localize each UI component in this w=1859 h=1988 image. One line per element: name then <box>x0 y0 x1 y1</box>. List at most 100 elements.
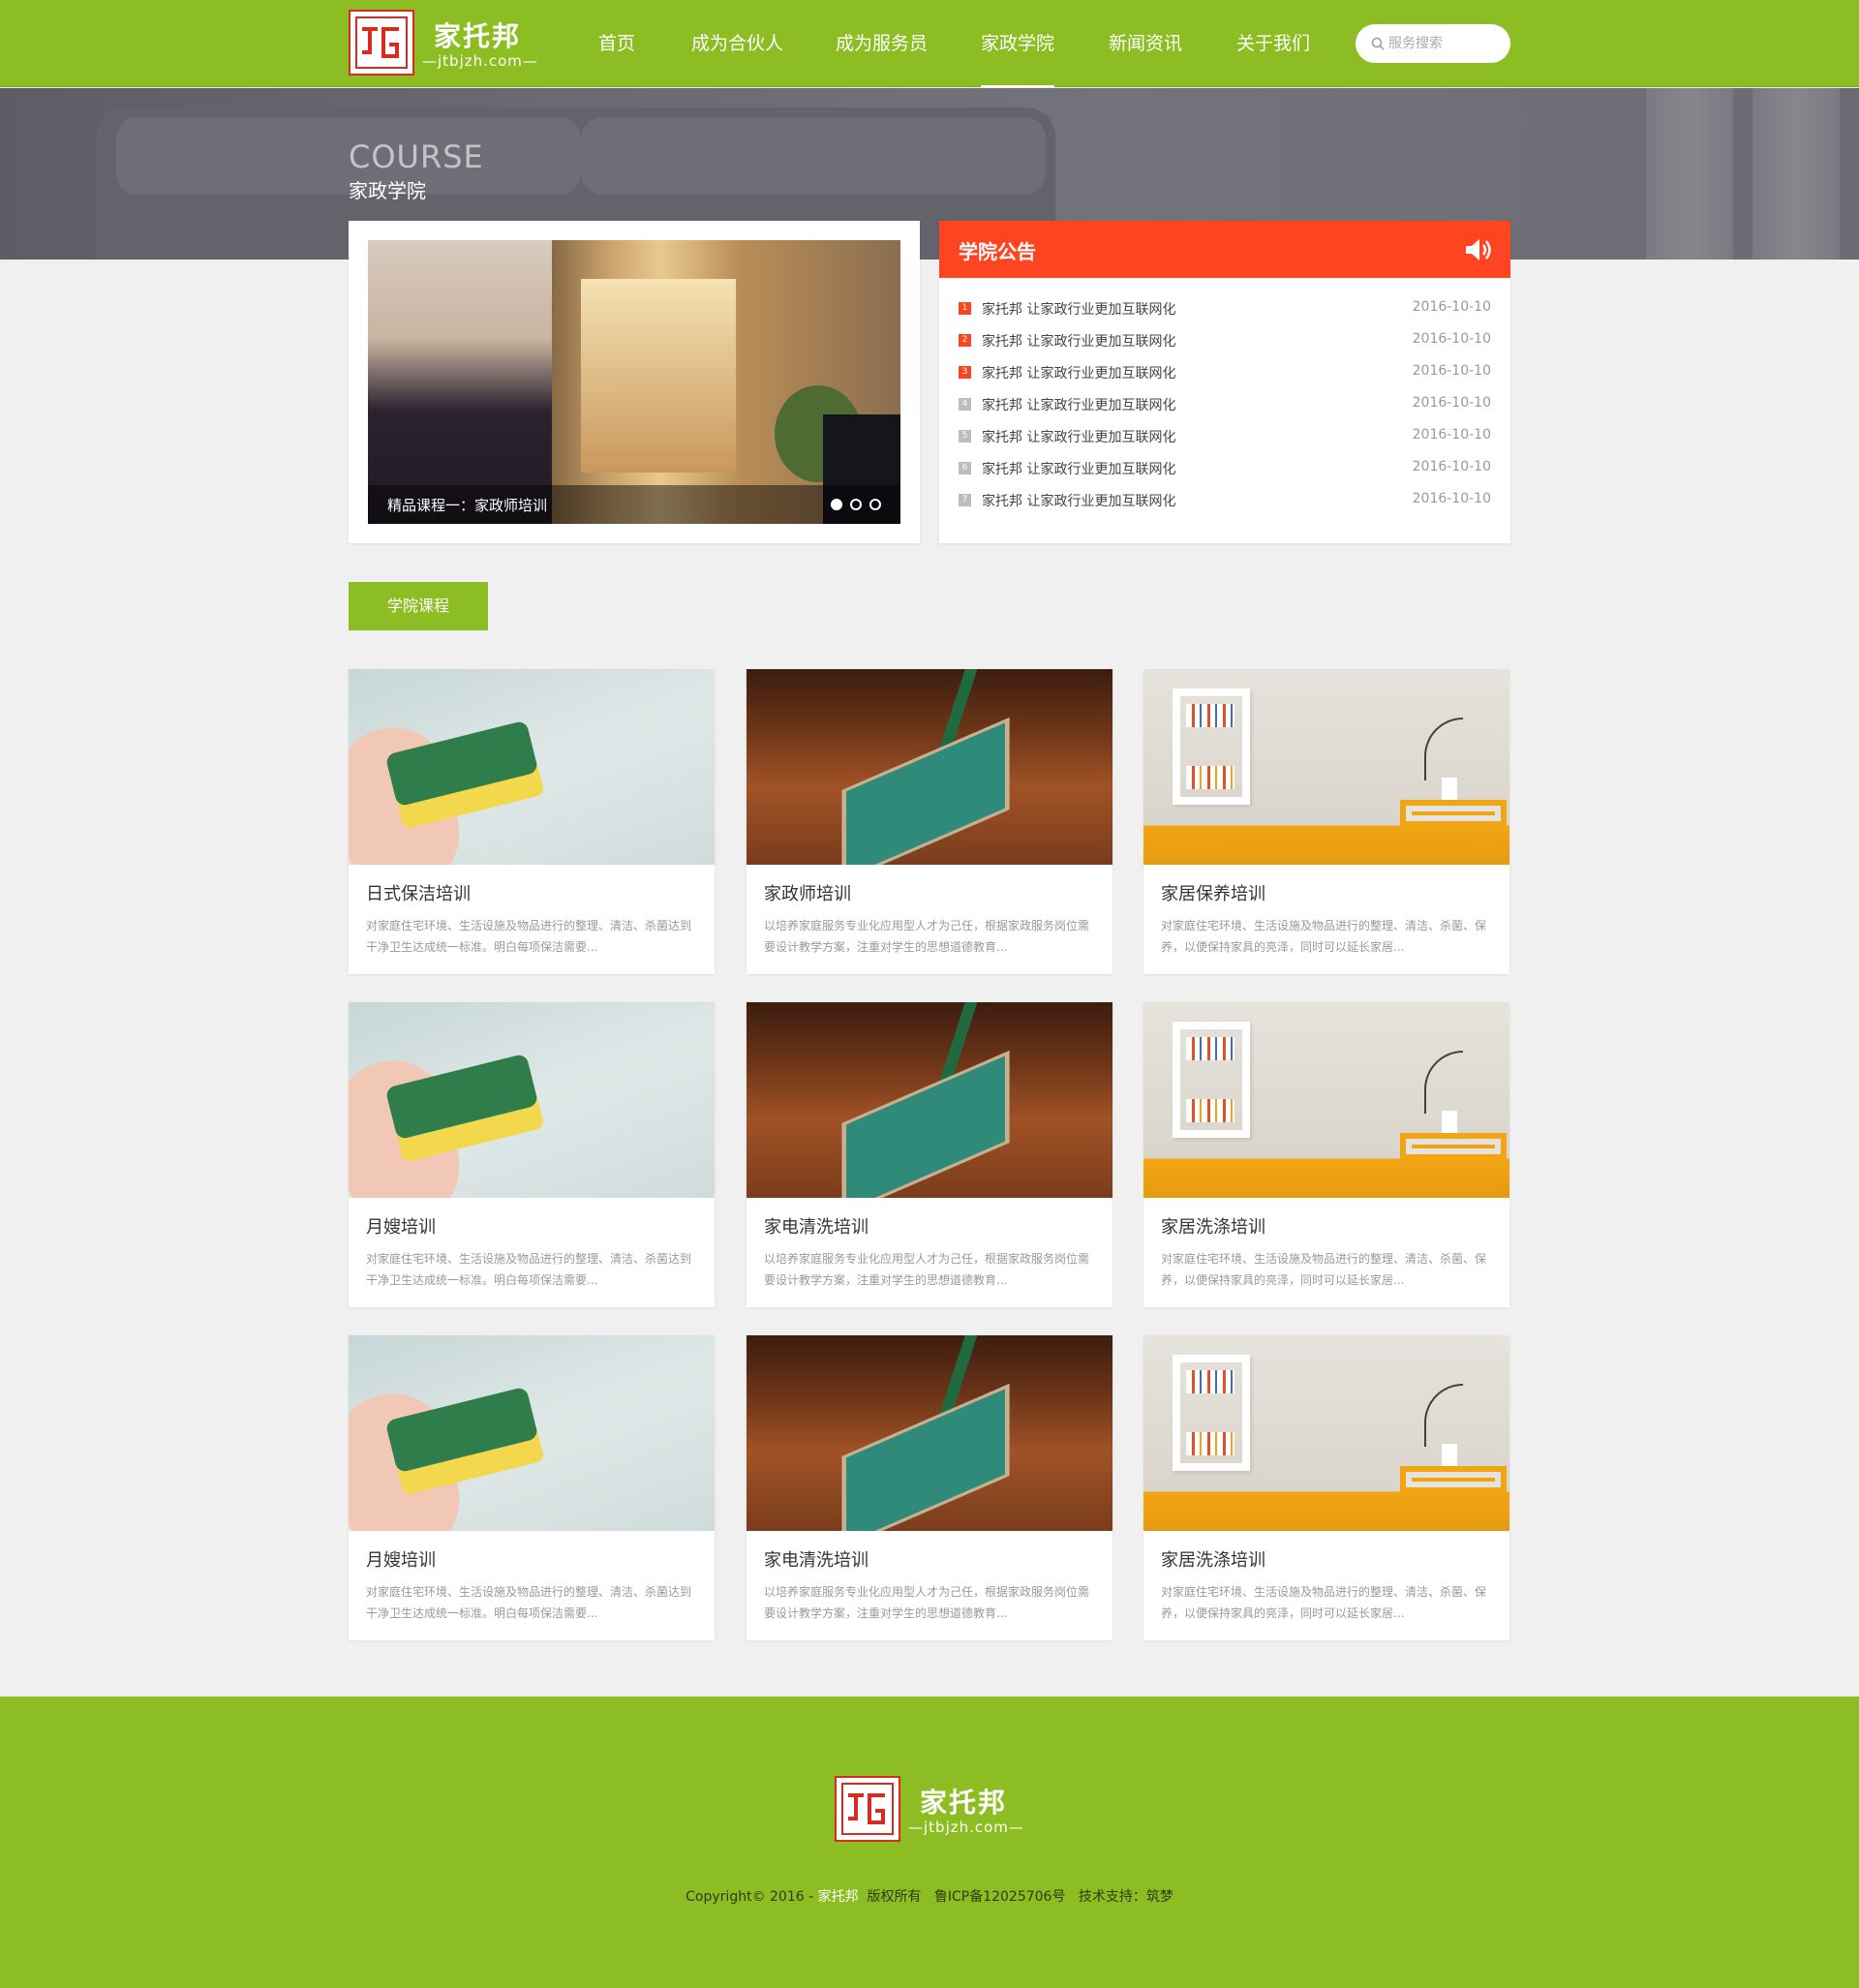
footer-logo[interactable]: 家托邦 —jtbjzh.com— <box>835 1776 1028 1844</box>
course-description: 对家庭住宅环境、生活设施及物品进行的整理、清洁、杀菌达到干净卫生达成统一标准。明… <box>366 1585 692 1620</box>
course-description: 对家庭住宅环境、生活设施及物品进行的整理、清洁、杀菌、保养，以便保持家具的亮泽，… <box>1161 1252 1487 1287</box>
course-title[interactable]: 家政师培训 <box>764 880 851 905</box>
notice-number: 5 <box>959 430 971 443</box>
notice-text: 家托邦 让家政行业更加互联网化 <box>982 430 1176 445</box>
search-box <box>1356 24 1510 63</box>
course-card[interactable]: 家居保养培训对家庭住宅环境、生活设施及物品进行的整理、清洁、杀菌、保养，以便保持… <box>1143 669 1509 974</box>
notice-date: 2016-10-10 <box>1412 363 1491 379</box>
banner-title-en: COURSE <box>349 138 484 175</box>
notice-text: 家托邦 让家政行业更加互联网化 <box>982 334 1176 350</box>
search-icon[interactable] <box>1371 37 1385 50</box>
footer-logo-name: 家托邦 <box>920 1787 1008 1819</box>
course-image[interactable] <box>349 1335 715 1531</box>
course-title[interactable]: 家居洗涤培训 <box>1161 1546 1265 1572</box>
copyright-prefix: Copyright© 2016 - <box>686 1889 818 1905</box>
slider-dot-2[interactable] <box>850 499 862 510</box>
nav-item-home[interactable]: 首页 <box>598 0 635 87</box>
course-card[interactable]: 家政师培训以培养家庭服务专业化应用型人才为己任，根据家政服务岗位需要设计教学方案… <box>747 669 1112 974</box>
course-card[interactable]: 家居洗涤培训对家庭住宅环境、生活设施及物品进行的整理、清洁、杀菌、保养，以便保持… <box>1143 1002 1509 1307</box>
course-card[interactable]: 家电清洗培训以培养家庭服务专业化应用型人才为己任，根据家政服务岗位需要设计教学方… <box>747 1335 1112 1640</box>
course-image[interactable] <box>1143 669 1509 865</box>
site-footer: 家托邦 —jtbjzh.com— Copyright© 2016 - 家托邦 版… <box>0 1697 1859 1988</box>
nav-item-news[interactable]: 新闻资讯 <box>1109 0 1182 87</box>
course-title[interactable]: 月嫂培训 <box>366 1213 436 1239</box>
course-description: 以培养家庭服务专业化应用型人才为己任，根据家政服务岗位需要设计教学方案，注重对学… <box>764 1585 1090 1620</box>
footer-copyright: Copyright© 2016 - 家托邦 版权所有 鲁ICP备12025706… <box>0 1886 1859 1906</box>
nav-item-about[interactable]: 关于我们 <box>1236 0 1310 87</box>
notice-item[interactable]: 2 家托邦 让家政行业更加互联网化 2016-10-10 <box>959 330 1491 352</box>
site-logo[interactable]: 家托邦 —jtbjzh.com— <box>349 10 542 77</box>
course-image[interactable] <box>1143 1002 1509 1198</box>
course-title[interactable]: 家电清洗培训 <box>764 1546 869 1572</box>
logo-domain: —jtbjzh.com— <box>422 52 538 70</box>
course-description: 对家庭住宅环境、生活设施及物品进行的整理、清洁、杀菌达到干净卫生达成统一标准。明… <box>366 919 692 954</box>
notice-date: 2016-10-10 <box>1412 459 1491 474</box>
course-card[interactable]: 月嫂培训对家庭住宅环境、生活设施及物品进行的整理、清洁、杀菌达到干净卫生达成统一… <box>349 1335 715 1640</box>
slide-caption-bar: 精品课程一：家政师培训 <box>368 485 900 524</box>
notice-item[interactable]: 7 家托邦 让家政行业更加互联网化 2016-10-10 <box>959 490 1491 511</box>
notice-title: 学院公告 <box>959 240 1036 263</box>
notice-text: 家托邦 让家政行业更加互联网化 <box>982 302 1176 318</box>
notice-item[interactable]: 4 家托邦 让家政行业更加互联网化 2016-10-10 <box>959 394 1491 415</box>
notice-item[interactable]: 3 家托邦 让家政行业更加互联网化 2016-10-10 <box>959 362 1491 383</box>
course-card[interactable]: 日式保洁培训对家庭住宅环境、生活设施及物品进行的整理、清洁、杀菌达到干净卫生达成… <box>349 669 715 974</box>
nav-item-partner[interactable]: 成为合伙人 <box>691 0 783 87</box>
logo-name: 家托邦 <box>434 20 522 52</box>
notice-text: 家托邦 让家政行业更加互联网化 <box>982 494 1176 509</box>
notice-item[interactable]: 6 家托邦 让家政行业更加互联网化 2016-10-10 <box>959 458 1491 479</box>
course-title[interactable]: 家电清洗培训 <box>764 1213 869 1239</box>
search-input[interactable] <box>1388 32 1501 55</box>
nav-item-attendant[interactable]: 成为服务员 <box>836 0 928 87</box>
notice-number: 2 <box>959 334 971 347</box>
course-card[interactable]: 家居洗涤培训对家庭住宅环境、生活设施及物品进行的整理、清洁、杀菌、保养，以便保持… <box>1143 1335 1509 1640</box>
notice-number: 6 <box>959 462 971 474</box>
course-card[interactable]: 月嫂培训对家庭住宅环境、生活设施及物品进行的整理、清洁、杀菌达到干净卫生达成统一… <box>349 1002 715 1307</box>
course-image[interactable] <box>747 1002 1112 1198</box>
notice-number: 4 <box>959 398 971 411</box>
course-title[interactable]: 月嫂培训 <box>366 1546 436 1572</box>
logo-mark-icon <box>835 1776 900 1842</box>
notice-text: 家托邦 让家政行业更加互联网化 <box>982 366 1176 382</box>
notice-number: 1 <box>959 302 971 315</box>
notice-date: 2016-10-10 <box>1412 491 1491 506</box>
logo-mark-icon <box>349 10 414 76</box>
notice-date: 2016-10-10 <box>1412 395 1491 411</box>
course-title[interactable]: 家居保养培训 <box>1161 880 1265 905</box>
course-description: 对家庭住宅环境、生活设施及物品进行的整理、清洁、杀菌、保养，以便保持家具的亮泽，… <box>1161 1585 1487 1620</box>
slide-image[interactable]: 精品课程一：家政师培训 <box>368 240 900 524</box>
course-image[interactable] <box>1143 1335 1509 1531</box>
course-description: 对家庭住宅环境、生活设施及物品进行的整理、清洁、杀菌、保养，以便保持家具的亮泽，… <box>1161 919 1487 954</box>
slider-dot-1[interactable] <box>831 499 842 510</box>
course-image[interactable] <box>747 669 1112 865</box>
course-description: 对家庭住宅环境、生活设施及物品进行的整理、清洁、杀菌达到干净卫生达成统一标准。明… <box>366 1252 692 1287</box>
academy-courses-button[interactable]: 学院课程 <box>349 582 488 630</box>
footer-logo-domain: —jtbjzh.com— <box>908 1819 1024 1836</box>
course-card[interactable]: 家电清洗培训以培养家庭服务专业化应用型人才为己任，根据家政服务岗位需要设计教学方… <box>747 1002 1112 1307</box>
notice-item[interactable]: 1 家托邦 让家政行业更加互联网化 2016-10-10 <box>959 298 1491 320</box>
slider-dot-3[interactable] <box>869 499 881 510</box>
course-image[interactable] <box>747 1335 1112 1531</box>
banner-title-cn: 家政学院 <box>349 179 426 202</box>
copyright-suffix: 版权所有 鲁ICP备12025706号 技术支持：筑梦 <box>858 1889 1173 1905</box>
nav-item-academy[interactable]: 家政学院 <box>981 0 1055 87</box>
notice-date: 2016-10-10 <box>1412 299 1491 315</box>
copyright-brand-link[interactable]: 家托邦 <box>818 1889 859 1905</box>
course-description: 以培养家庭服务专业化应用型人才为己任，根据家政服务岗位需要设计教学方案，注重对学… <box>764 1252 1090 1287</box>
page-banner: COURSE 家政学院 <box>0 88 1859 260</box>
notice-date: 2016-10-10 <box>1412 427 1491 443</box>
speaker-icon[interactable] <box>1464 236 1493 263</box>
course-title[interactable]: 家居洗涤培训 <box>1161 1213 1265 1239</box>
slide-caption: 精品课程一：家政师培训 <box>387 497 548 514</box>
notice-text: 家托邦 让家政行业更加互联网化 <box>982 462 1176 477</box>
course-title[interactable]: 日式保洁培训 <box>366 880 471 905</box>
notice-number: 3 <box>959 366 971 379</box>
notice-text: 家托邦 让家政行业更加互联网化 <box>982 398 1176 413</box>
course-description: 以培养家庭服务专业化应用型人才为己任，根据家政服务岗位需要设计教学方案，注重对学… <box>764 919 1090 954</box>
course-image[interactable] <box>349 669 715 865</box>
site-header: 家托邦 —jtbjzh.com— 首页 成为合伙人 成为服务员 家政学院 新闻资… <box>0 0 1859 87</box>
notice-date: 2016-10-10 <box>1412 331 1491 347</box>
course-slider: 精品课程一：家政师培训 <box>349 221 920 543</box>
course-image[interactable] <box>349 1002 715 1198</box>
notice-item[interactable]: 5 家托邦 让家政行业更加互联网化 2016-10-10 <box>959 426 1491 447</box>
notice-header: 学院公告 <box>939 221 1510 278</box>
